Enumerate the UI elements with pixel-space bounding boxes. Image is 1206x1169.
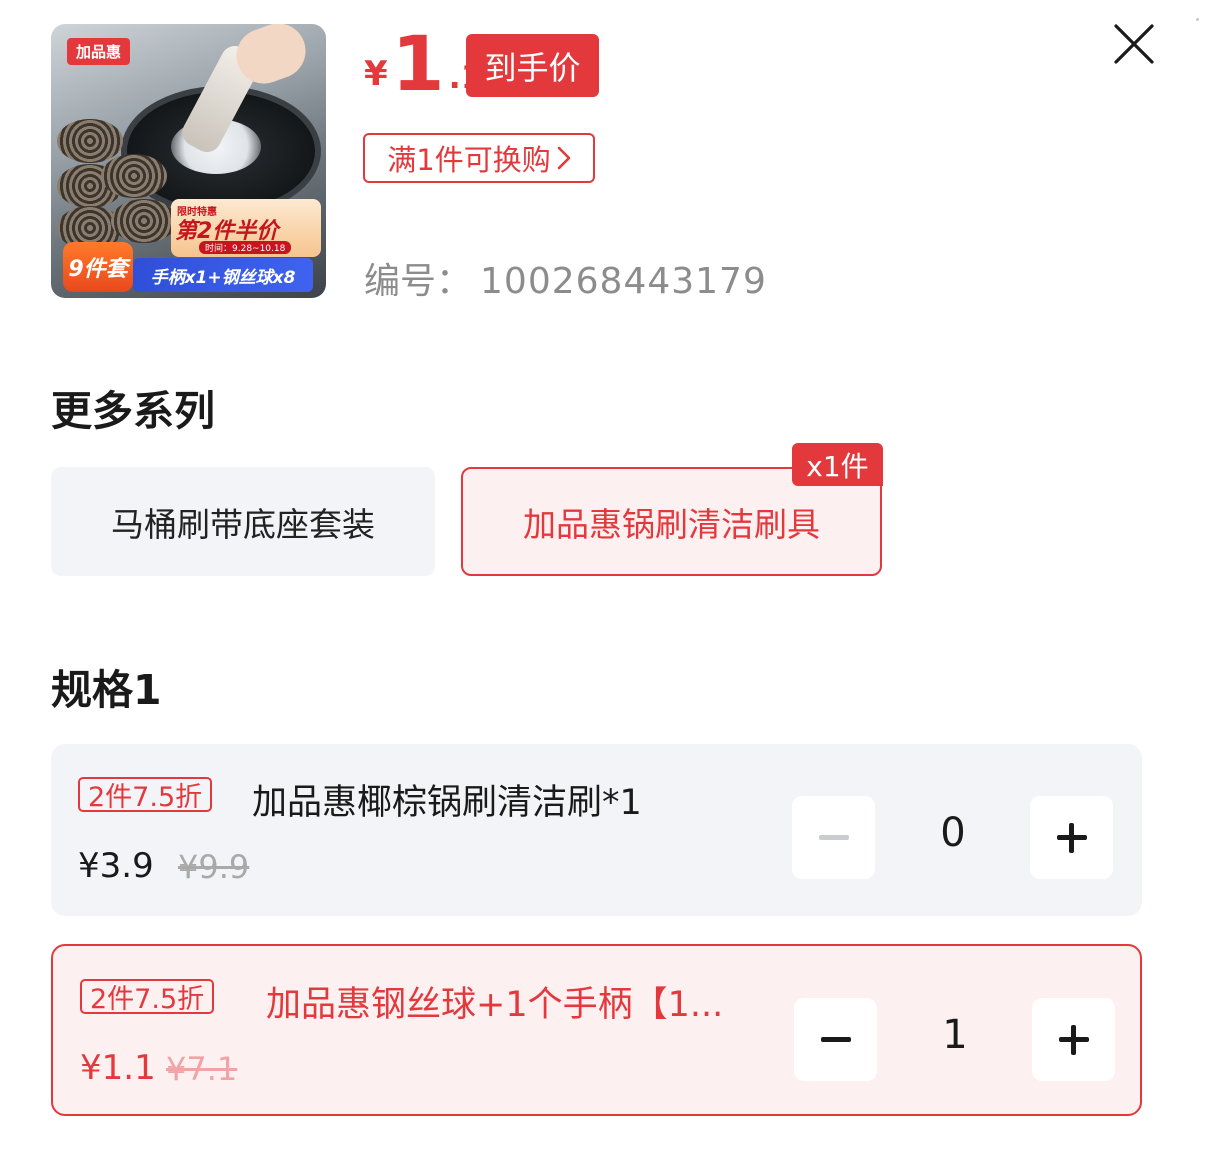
discount-badge: 2件7.5折	[78, 777, 213, 813]
spec-option-steel-ball[interactable]: 2件7.5折 加品惠钢丝球+1个手柄【1... ¥1.1 ¥7.1 1	[51, 944, 1142, 1116]
price-currency: ¥	[364, 54, 388, 94]
series-chip-label: 加品惠锅刷清洁刷具	[523, 504, 820, 544]
spec-option-original-price: ¥9.9	[178, 848, 250, 886]
steel-ball-illustration	[111, 199, 177, 243]
spec-option-price: ¥1.1	[80, 1048, 156, 1088]
spec-option-price: ¥3.9	[78, 846, 154, 886]
spec-option-original-price: ¥7.1	[166, 1050, 238, 1088]
final-price-tag: 到手价	[466, 34, 599, 97]
sku-number: 编号： 100268443179	[364, 252, 767, 304]
series-chip-label: 马桶刷带底座套装	[111, 504, 375, 544]
close-button[interactable]	[1108, 18, 1160, 70]
series-section-title: 更多系列	[51, 387, 215, 435]
series-chip-toilet-brush[interactable]: 马桶刷带底座套装	[51, 467, 435, 576]
series-count-badge: x1件	[792, 443, 883, 486]
minus-icon	[818, 835, 849, 840]
quantity-value: 0	[940, 810, 966, 856]
discount-badge: 2件7.5折	[80, 979, 215, 1015]
swap-purchase-link[interactable]: 满1件可换购	[363, 133, 595, 183]
close-icon	[1114, 24, 1154, 64]
thumb-promo-banner: 限时特惠 第2件半价 时间：9.28~10.18	[171, 199, 321, 257]
quantity-value: 1	[942, 1012, 968, 1058]
thumb-brand-badge: 加品惠	[67, 38, 131, 65]
spec-option-name: 加品惠椰棕锅刷清洁刷*1	[252, 783, 642, 823]
spec-option-name: 加品惠钢丝球+1个手柄【1...	[266, 985, 724, 1025]
decrease-quantity-button[interactable]	[792, 796, 875, 879]
price-integer: 1	[391, 19, 445, 108]
plus-icon	[1071, 1024, 1076, 1055]
chevron-right-icon	[557, 146, 571, 170]
thumb-promo-date: 时间：9.28~10.18	[199, 241, 292, 254]
increase-quantity-button[interactable]	[1032, 998, 1115, 1081]
thumb-set-badge: 9件套	[63, 242, 133, 292]
decorative-dot	[1196, 18, 1199, 21]
spec-option-coconut-brush[interactable]: 2件7.5折 加品惠椰棕锅刷清洁刷*1 ¥3.9 ¥9.9 0	[51, 744, 1142, 916]
plus-icon	[1069, 822, 1074, 853]
spec-section-title: 规格1	[51, 666, 162, 714]
increase-quantity-button[interactable]	[1030, 796, 1113, 879]
steel-ball-illustration	[57, 119, 123, 163]
swap-purchase-label: 满1件可换购	[387, 143, 551, 177]
minus-icon	[820, 1037, 851, 1042]
decrease-quantity-button[interactable]	[794, 998, 877, 1081]
sku-value: 100268443179	[480, 261, 767, 302]
sku-label: 编号：	[364, 261, 473, 302]
product-thumbnail[interactable]: 加品惠 限时特惠 第2件半价 时间：9.28~10.18 9件套 手柄x1+钢丝…	[51, 24, 326, 298]
thumb-combo-banner: 手柄x1+钢丝球x8	[133, 258, 313, 292]
steel-ball-illustration	[101, 154, 167, 198]
